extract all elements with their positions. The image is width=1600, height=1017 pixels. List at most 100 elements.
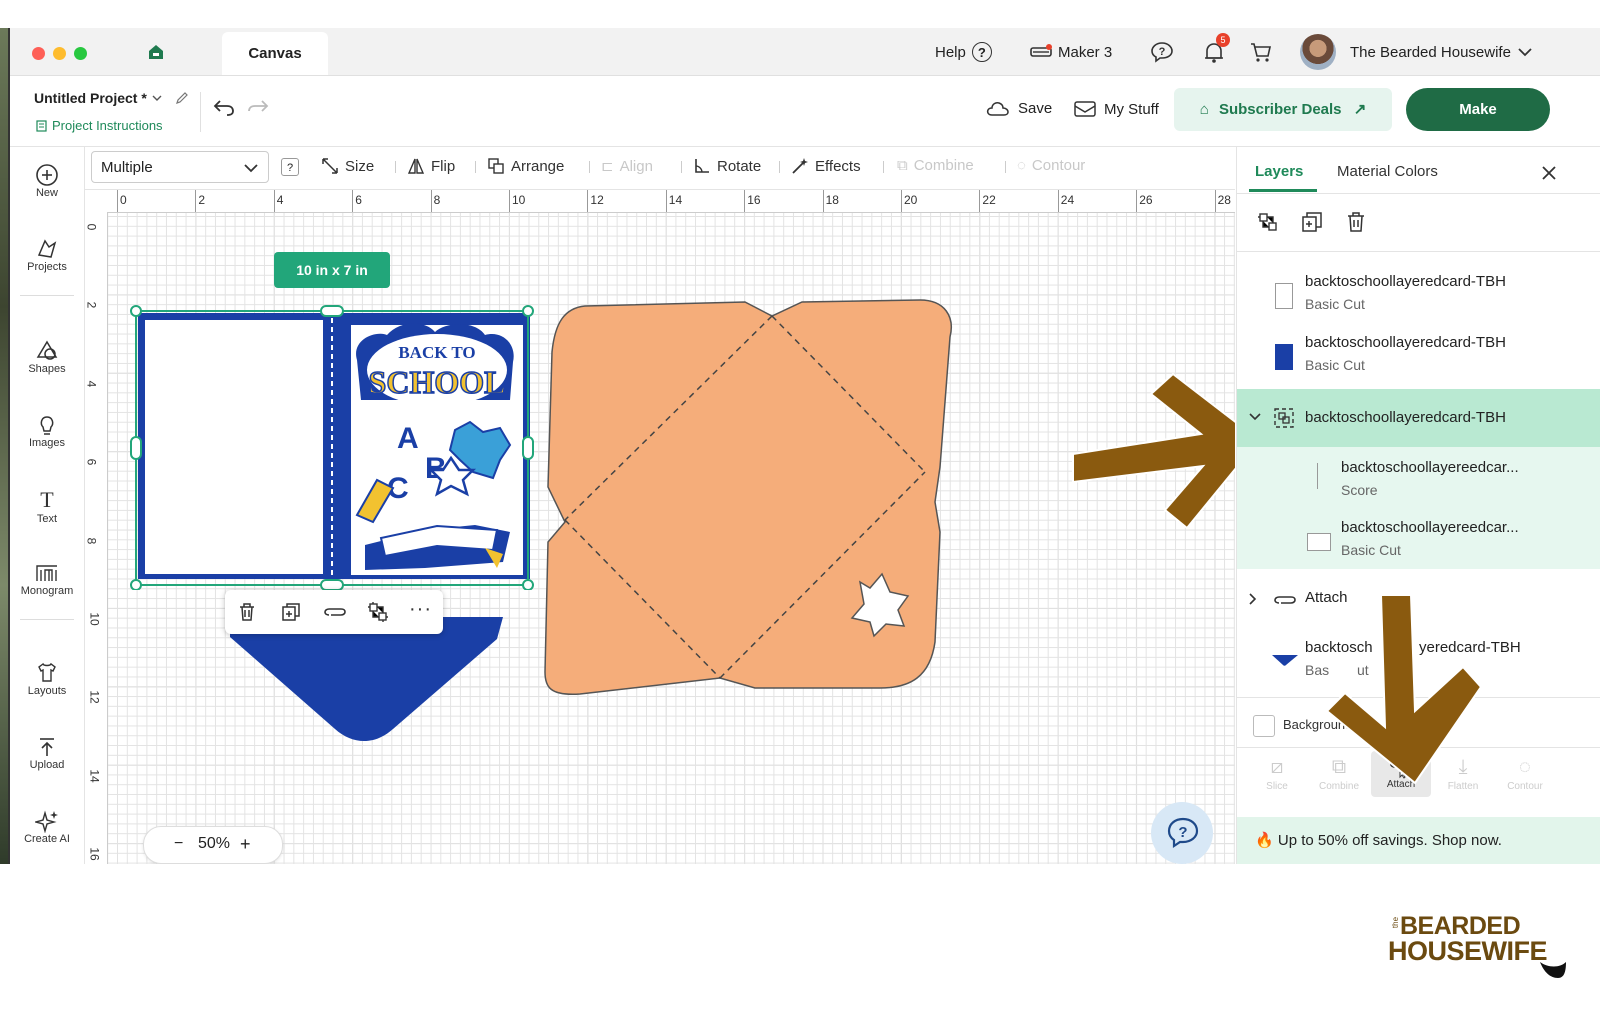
external-link-icon: ↗ [1353, 101, 1367, 118]
group-icon[interactable] [367, 601, 389, 623]
fire-icon: 🔥 [1255, 832, 1274, 849]
layer-row[interactable]: backtoschoollayereedcar... Score [1237, 451, 1600, 513]
ruler-tick [509, 190, 510, 212]
size-tool[interactable]: Size [321, 157, 374, 175]
ruler-tick-label: 12 [590, 193, 604, 207]
arrange-tool[interactable]: Arrange [487, 157, 564, 175]
letter-a: A [397, 422, 419, 455]
layer-row[interactable]: backtoschoollayeredcard-TBH Basic Cut [1237, 263, 1600, 325]
layer-operation: Basic Cut [1341, 542, 1401, 558]
blue-flap-shape[interactable] [225, 615, 510, 745]
align-tool[interactable]: ⊏ Align [601, 157, 653, 176]
save-button[interactable]: Save [986, 100, 1052, 117]
layer-swatch [1275, 283, 1293, 309]
contour-label: Contour [1507, 781, 1543, 792]
layer-row[interactable]: backtoschoollayeredcard-TBH Basic Cut [1237, 324, 1600, 386]
my-stuff-button[interactable]: My Stuff [1074, 100, 1159, 118]
sidebar-item-layouts[interactable]: Layouts [10, 661, 84, 697]
support-button[interactable]: ? [1150, 40, 1174, 64]
undo-button[interactable] [212, 98, 236, 121]
envelope-shape[interactable] [540, 292, 960, 702]
layered-card-group[interactable]: BACK TO SCHOOL A B C [125, 300, 535, 590]
help-chat-button[interactable]: ? [1151, 802, 1213, 864]
minimize-window-button[interactable] [53, 47, 66, 60]
resize-handle [130, 436, 142, 460]
sidebar-item-upload[interactable]: Upload [10, 735, 84, 771]
more-options-icon[interactable]: ··· [409, 598, 432, 621]
selection-type-select[interactable]: Multiple [91, 151, 269, 183]
card-text-school: SCHOOL [369, 364, 506, 400]
trash-icon[interactable] [1345, 211, 1367, 233]
trash-icon[interactable] [237, 602, 257, 622]
tab-material-colors[interactable]: Material Colors [1337, 163, 1438, 180]
duplicate-icon[interactable] [1301, 211, 1323, 233]
ruler-top: 0 2 4 6 8 10 12 14 16 18 20 22 24 26 28 [85, 190, 1235, 213]
select-value: Multiple [101, 159, 153, 176]
layer-group-row[interactable]: backtoschoollayeredcard-TBH [1237, 389, 1600, 447]
tab-canvas[interactable]: Canvas [222, 32, 328, 75]
divider [1237, 251, 1600, 252]
project-instructions-link[interactable]: Project Instructions [36, 118, 163, 133]
zoom-control: − 50% + [143, 826, 283, 864]
sidebar-item-shapes[interactable]: Shapes [10, 339, 84, 375]
magic-wand-icon [792, 158, 808, 174]
design-canvas[interactable]: 0 2 4 6 8 10 12 14 16 18 20 22 24 26 28 0 2 4 6 8 10 12 14 16 … [85, 190, 1235, 864]
contour-label: Contour [1031, 157, 1086, 174]
project-title: Untitled Project * [34, 90, 147, 106]
slice-button[interactable]: ⧄ Slice [1247, 753, 1307, 792]
left-sidebar: New Projects Shapes Images T Text Monogr… [10, 147, 85, 864]
layer-name: backtoschoollayeredcard-TBH [1305, 273, 1506, 290]
flip-tool[interactable]: Flip [407, 157, 455, 175]
chevron-down-icon[interactable] [1249, 413, 1261, 421]
group-icon[interactable] [1257, 211, 1279, 233]
beard-icon [1540, 962, 1566, 978]
layer-row[interactable]: backtoschoollayereedcar... Basic Cut [1237, 511, 1600, 573]
home-icon[interactable] [147, 43, 165, 61]
sidebar-item-label: Upload [29, 759, 65, 771]
sidebar-item-new[interactable]: New [10, 163, 84, 199]
close-icon[interactable] [1541, 165, 1557, 181]
toolbar-help-button[interactable]: ? [281, 158, 299, 176]
promo-banner[interactable]: 🔥 Up to 50% off savings. Shop now. [1237, 817, 1600, 864]
user-menu[interactable]: The Bearded Housewife [1300, 34, 1533, 70]
app-window: Canvas Help ? Maker 3 ? 5 The Bearded Ho… [8, 28, 1600, 864]
tab-layers[interactable]: Layers [1255, 163, 1303, 180]
chevron-right-icon[interactable] [1249, 593, 1257, 605]
attach-paperclip-icon[interactable] [323, 603, 347, 621]
project-title-dropdown[interactable]: Untitled Project * [34, 90, 189, 106]
duplicate-icon[interactable] [281, 602, 301, 622]
ruler-tick-label: 28 [1217, 193, 1231, 207]
cart-button[interactable] [1250, 40, 1272, 64]
title-bar: Canvas Help ? Maker 3 ? 5 The Bearded Ho… [10, 28, 1600, 76]
resize-handle [522, 436, 534, 460]
layer-name: backtoschoollayeredcard-TBH [1305, 409, 1506, 426]
help-button[interactable]: Help ? [935, 40, 992, 64]
ruler-tick-label: 6 [355, 193, 362, 207]
contour-tool[interactable]: ◌ Contour [1017, 157, 1085, 174]
notifications-button[interactable]: 5 [1202, 33, 1230, 64]
sidebar-item-create-ai[interactable]: Create AI [10, 809, 84, 845]
rotate-tool[interactable]: Rotate [693, 157, 761, 175]
close-window-button[interactable] [32, 47, 45, 60]
ruler-tick-label: 22 [982, 193, 996, 207]
sidebar-item-monogram[interactable]: Monogram [10, 561, 84, 597]
sidebar-item-text[interactable]: T Text [10, 487, 84, 525]
make-button[interactable]: Make [1406, 88, 1550, 131]
machine-selector[interactable]: Maker 3 [1030, 40, 1112, 64]
maximize-window-button[interactable] [74, 47, 87, 60]
subscriber-deals-button[interactable]: ⌂ Subscriber Deals ↗ [1174, 88, 1392, 131]
zoom-in-button[interactable]: + [240, 834, 251, 855]
effects-tool[interactable]: Effects [791, 157, 861, 175]
pencil-icon[interactable] [175, 91, 189, 105]
redo-button[interactable] [246, 98, 270, 121]
sidebar-item-projects[interactable]: Projects [10, 237, 84, 273]
zoom-out-button[interactable]: − [174, 835, 183, 853]
ruler-tick-label: 0 [85, 223, 99, 231]
divider [1005, 161, 1006, 173]
sidebar-item-images[interactable]: Images [10, 413, 84, 449]
combine-tool[interactable]: ⧉ Combine [897, 157, 974, 174]
sidebar-item-label: Monogram [20, 585, 74, 597]
background-checkbox[interactable] [1253, 715, 1275, 737]
effects-label: Effects [815, 157, 861, 175]
contour-button[interactable]: ◌ Contour [1495, 753, 1555, 792]
